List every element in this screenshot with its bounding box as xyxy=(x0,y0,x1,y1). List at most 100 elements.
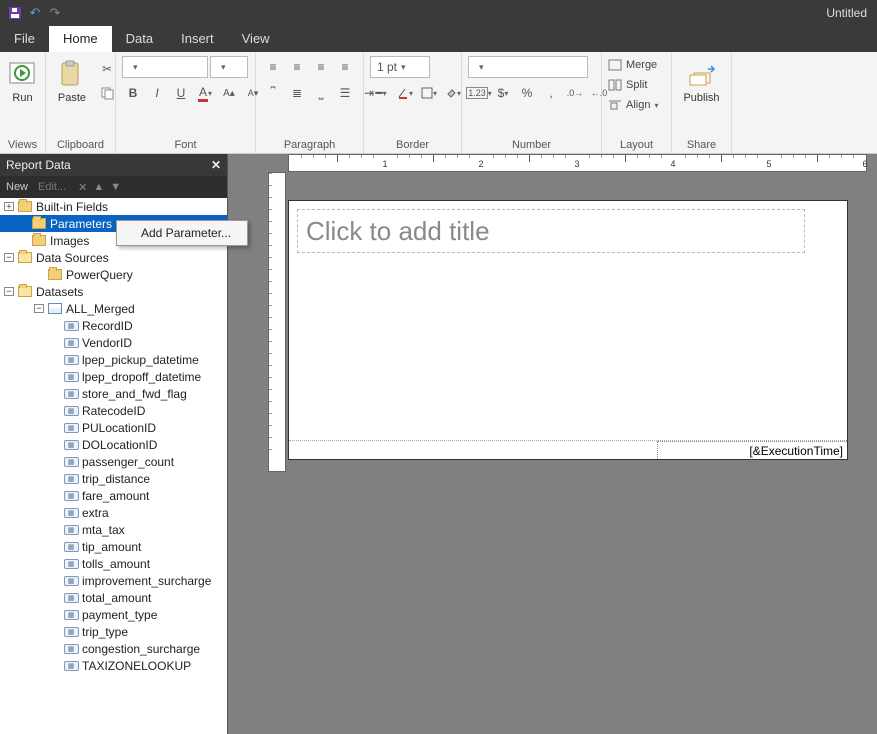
percent-button[interactable]: % xyxy=(516,82,538,104)
save-icon[interactable] xyxy=(6,4,24,22)
font-color-button[interactable]: A▾ xyxy=(194,82,216,104)
grow-font-button[interactable]: A▴ xyxy=(218,82,240,104)
tree-field[interactable]: ▦RatecodeID xyxy=(0,402,227,419)
copy-icon[interactable] xyxy=(96,82,118,104)
tree-field[interactable]: ▦payment_type xyxy=(0,606,227,623)
split-button[interactable]: Split xyxy=(608,76,662,94)
tree-field[interactable]: ▦TAXIZONELOOKUP xyxy=(0,657,227,674)
move-up-icon[interactable]: ▲ xyxy=(93,181,104,194)
group-label-share: Share xyxy=(678,137,725,153)
align-justify-button[interactable]: ≡ xyxy=(334,56,356,78)
align-left-button[interactable]: ≡ xyxy=(262,56,284,78)
tree-datasets[interactable]: −Datasets xyxy=(0,283,227,300)
tree-field[interactable]: ▦VendorID xyxy=(0,334,227,351)
menu-bar: File Home Data Insert View xyxy=(0,26,877,52)
publish-button[interactable]: Publish xyxy=(679,56,723,106)
valign-middle-button[interactable]: ≣ xyxy=(286,82,308,104)
group-label-border: Border xyxy=(370,137,455,153)
context-menu: Add Parameter... xyxy=(116,220,248,246)
paste-button[interactable]: Paste xyxy=(52,56,92,106)
tab-file[interactable]: File xyxy=(0,26,49,52)
tree-field[interactable]: ▦RecordID xyxy=(0,317,227,334)
run-button[interactable]: Run xyxy=(3,56,43,106)
tree-field[interactable]: ▦tolls_amount xyxy=(0,555,227,572)
report-page[interactable]: Click to add title [&ExecutionTime] xyxy=(288,200,848,460)
group-label-paragraph: Paragraph xyxy=(262,137,357,153)
run-icon xyxy=(7,58,39,90)
tree-field[interactable]: ▦fare_amount xyxy=(0,487,227,504)
tab-home[interactable]: Home xyxy=(49,26,112,52)
tree-field[interactable]: ▦mta_tax xyxy=(0,521,227,538)
tree-field[interactable]: ▦DOLocationID xyxy=(0,436,227,453)
tree-field[interactable]: ▦total_amount xyxy=(0,589,227,606)
italic-button[interactable]: I xyxy=(146,82,168,104)
panel-close-icon[interactable]: ✕ xyxy=(211,158,221,172)
thousands-button[interactable]: , xyxy=(540,82,562,104)
fill-color-button[interactable]: ▾ xyxy=(442,82,464,104)
panel-edit-button[interactable]: Edit... xyxy=(38,181,66,193)
underline-button[interactable]: U xyxy=(170,82,192,104)
tree-field[interactable]: ▦lpep_pickup_datetime xyxy=(0,351,227,368)
panel-toolbar: New Edit... ✕ ▲ ▼ xyxy=(0,176,227,198)
tree-field[interactable]: ▦store_and_fwd_flag xyxy=(0,385,227,402)
group-label-clipboard: Clipboard xyxy=(52,137,109,153)
border-style-button[interactable]: ━▾ xyxy=(370,82,392,104)
tab-data[interactable]: Data xyxy=(112,26,167,52)
group-label-views: Views xyxy=(6,137,39,153)
align-center-button[interactable]: ≡ xyxy=(286,56,308,78)
group-label-number: Number xyxy=(468,137,595,153)
tree-field[interactable]: ▦lpep_dropoff_datetime xyxy=(0,368,227,385)
report-data-tree: +Built-in Fields Parameters Images −Data… xyxy=(0,198,227,734)
paste-icon xyxy=(56,58,88,90)
tree-field[interactable]: ▦extra xyxy=(0,504,227,521)
font-size-combo[interactable]: ▾ xyxy=(210,56,248,78)
publish-icon xyxy=(685,58,717,90)
align-button[interactable]: Align ▾ xyxy=(608,96,662,114)
tab-insert[interactable]: Insert xyxy=(167,26,228,52)
window-title: Untitled xyxy=(826,6,871,20)
ribbon: Run Views Paste ✂ Clipboard ▾ ▾ B xyxy=(0,52,877,154)
font-family-combo[interactable]: ▾ xyxy=(122,56,208,78)
border-weight-combo[interactable]: 1 pt▾ xyxy=(370,56,430,78)
group-label-font: Font xyxy=(122,137,249,153)
borders-button[interactable]: ▾ xyxy=(418,82,440,104)
number-format-combo[interactable]: ▾ xyxy=(468,56,588,78)
currency-button[interactable]: $▾ xyxy=(492,82,514,104)
move-down-icon[interactable]: ▼ xyxy=(110,181,121,194)
undo-icon[interactable]: ↶ xyxy=(26,4,44,22)
tree-field[interactable]: ▦PULocationID xyxy=(0,419,227,436)
tree-all-merged[interactable]: −ALL_Merged xyxy=(0,300,227,317)
ctx-add-parameter[interactable]: Add Parameter... xyxy=(119,223,245,243)
tree-powerquery[interactable]: PowerQuery xyxy=(0,266,227,283)
redo-icon[interactable]: ↷ xyxy=(46,4,64,22)
tree-field[interactable]: ▦improvement_surcharge xyxy=(0,572,227,589)
report-data-panel: Report Data ✕ New Edit... ✕ ▲ ▼ +Built-i… xyxy=(0,154,228,734)
align-right-button[interactable]: ≡ xyxy=(310,56,332,78)
tree-field[interactable]: ▦tip_amount xyxy=(0,538,227,555)
border-color-button[interactable]: ▾ xyxy=(394,82,416,104)
increase-decimal-button[interactable]: .0→ xyxy=(564,82,586,104)
merge-button[interactable]: Merge xyxy=(608,56,662,74)
panel-header[interactable]: Report Data ✕ xyxy=(0,154,227,176)
tree-field[interactable]: ▦trip_type xyxy=(0,623,227,640)
vertical-ruler xyxy=(268,172,286,472)
cut-icon[interactable]: ✂ xyxy=(96,58,118,80)
tree-field[interactable]: ▦congestion_surcharge xyxy=(0,640,227,657)
bullets-button[interactable]: ☰ xyxy=(334,82,356,104)
valign-bottom-button[interactable]: ⎵ xyxy=(310,82,332,104)
bold-button[interactable]: B xyxy=(122,82,144,104)
group-label-layout: Layout xyxy=(608,137,665,153)
title-bar: ↶ ↷ Untitled xyxy=(0,0,877,26)
tab-view[interactable]: View xyxy=(228,26,284,52)
tree-field[interactable]: ▦passenger_count xyxy=(0,453,227,470)
placeholder-button[interactable]: 1.23▾ xyxy=(468,82,490,104)
report-title-placeholder[interactable]: Click to add title xyxy=(297,209,805,253)
tree-builtin-fields[interactable]: +Built-in Fields xyxy=(0,198,227,215)
horizontal-ruler: 123456 xyxy=(288,154,867,172)
tree-field[interactable]: ▦trip_distance xyxy=(0,470,227,487)
panel-new-button[interactable]: New xyxy=(6,181,28,193)
tree-data-sources[interactable]: −Data Sources xyxy=(0,249,227,266)
valign-top-button[interactable]: ⎴ xyxy=(262,82,284,104)
delete-icon[interactable]: ✕ xyxy=(78,181,87,194)
footer-execution-time[interactable]: [&ExecutionTime] xyxy=(657,441,847,459)
